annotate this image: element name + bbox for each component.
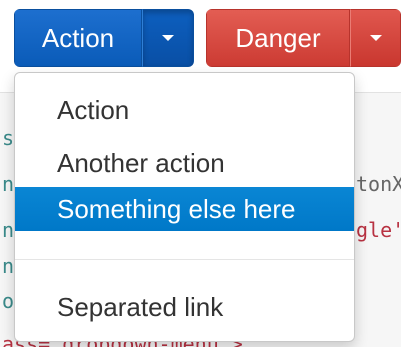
menu-item-label: Separated link — [57, 291, 224, 322]
menu-item-label: Something else here — [57, 193, 296, 224]
danger-action-label: Danger — [235, 22, 321, 53]
danger-split-button: Danger — [206, 9, 401, 67]
menu-item-separated-link[interactable]: Separated link — [15, 285, 354, 329]
menu-item-label: Another action — [57, 147, 225, 178]
primary-action-label: Action — [41, 22, 115, 53]
code-fragment-left-3: n — [2, 218, 15, 242]
caret-down-icon — [162, 35, 174, 41]
primary-action-button[interactable]: Action — [14, 9, 142, 67]
code-fragment-left-1: s — [2, 126, 15, 150]
menu-item-another-action[interactable]: Another action — [15, 141, 354, 185]
menu-item-label: Action — [57, 94, 130, 125]
primary-dropdown-toggle[interactable] — [142, 9, 194, 67]
menu-item-action[interactable]: Action — [15, 88, 354, 132]
menu-item-something-else[interactable]: Something else here — [15, 187, 354, 231]
menu-divider — [15, 259, 354, 260]
primary-split-button: Action — [14, 9, 194, 67]
code-fragment-right-1: tonX — [356, 172, 401, 196]
code-fragment-right-2: gle' — [356, 218, 401, 242]
code-fragment-left-2: n — [2, 172, 15, 196]
code-fragment-left-5: o — [2, 289, 15, 313]
code-fragment-left-4: n — [2, 254, 15, 278]
danger-action-button[interactable]: Danger — [206, 9, 350, 67]
danger-dropdown-toggle[interactable] — [350, 9, 401, 67]
screenshot-stage: s n n n o tonX gle' ass="dropdown-menu">… — [0, 0, 401, 347]
caret-down-icon — [369, 35, 382, 41]
dropdown-menu: Action Another action Something else her… — [14, 72, 355, 342]
